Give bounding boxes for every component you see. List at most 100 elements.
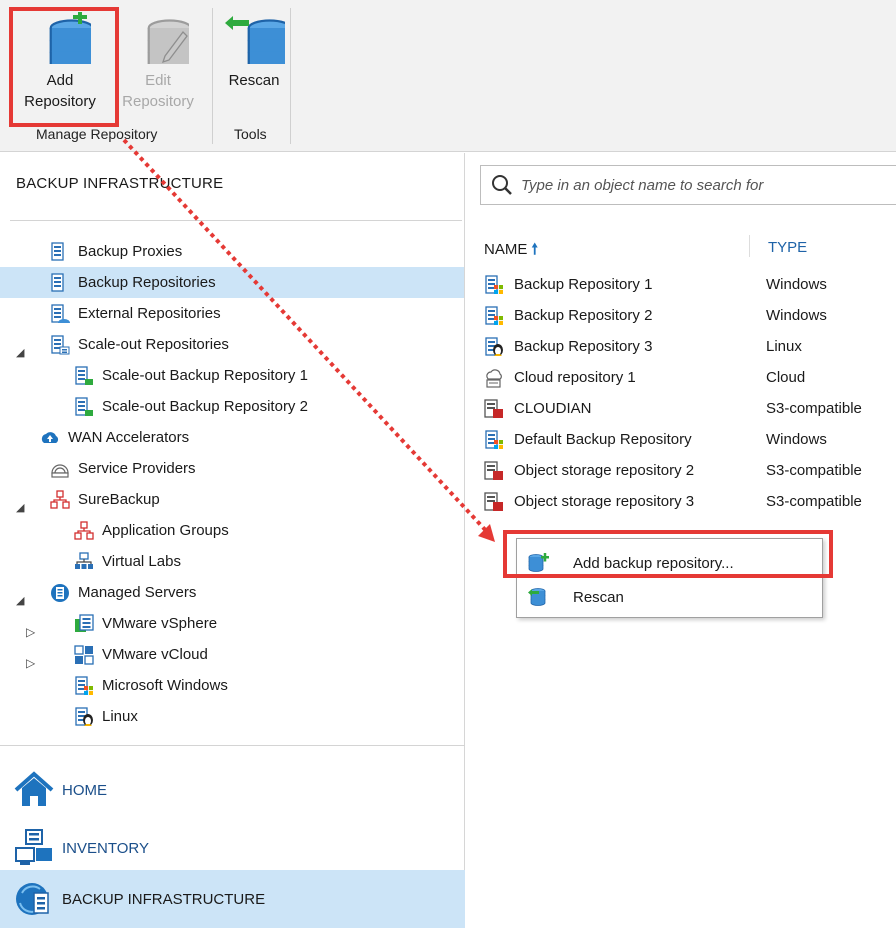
tree-item-backup-repositories[interactable]: Backup Repositories xyxy=(0,267,464,298)
left-navigation-pane: BACKUP INFRASTRUCTURE Backup Proxies Bac… xyxy=(0,153,465,928)
home-icon xyxy=(14,771,54,806)
object-storage-icon xyxy=(484,461,503,480)
linux-repo-icon xyxy=(484,337,503,356)
expand-arrow-icon[interactable]: ▷ xyxy=(26,656,35,670)
group-label-manage: Manage Repository xyxy=(36,126,158,142)
rescan-icon xyxy=(528,587,546,606)
external-repository-icon xyxy=(50,304,70,323)
menu-item-add-backup-repository[interactable]: Add backup repository... xyxy=(517,547,822,580)
tree-item-scaleout-repo-2[interactable]: Scale-out Backup Repository 2 xyxy=(74,391,308,422)
table-row[interactable]: CLOUDIAN S3-compatible xyxy=(484,393,896,424)
windows-server-icon xyxy=(74,676,93,695)
tree-item-backup-proxies[interactable]: Backup Proxies xyxy=(50,236,182,267)
linux-server-icon xyxy=(74,707,93,726)
menu-item-rescan[interactable]: Rescan xyxy=(517,581,822,614)
tree-item-label: Application Groups xyxy=(102,522,229,539)
tree-item-vmware-vsphere[interactable]: VMware vSphere xyxy=(74,608,217,639)
edit-repository-button[interactable]: Edit Repository xyxy=(110,12,206,112)
windows-repo-icon xyxy=(484,306,503,325)
scaleout-repo-icon xyxy=(74,366,93,385)
column-header-name[interactable]: NAME 🠕 xyxy=(484,239,538,264)
ribbon-divider xyxy=(290,8,291,144)
nav-label: INVENTORY xyxy=(62,839,149,857)
edit-repository-icon xyxy=(127,12,189,64)
vsphere-icon xyxy=(75,613,94,632)
row-type: S3-compatible xyxy=(766,462,862,479)
service-provider-icon xyxy=(51,463,69,478)
surebackup-icon xyxy=(50,489,70,509)
object-storage-icon xyxy=(484,492,503,511)
tree-item-application-groups[interactable]: Application Groups xyxy=(74,515,229,546)
nav-label: BACKUP INFRASTRUCTURE xyxy=(62,890,266,908)
tree-item-managed-servers[interactable]: Managed Servers xyxy=(50,577,196,608)
managed-servers-icon xyxy=(51,583,69,602)
tree-item-vmware-vcloud[interactable]: VMware vCloud xyxy=(74,639,208,670)
pane-title: BACKUP INFRASTRUCTURE xyxy=(16,175,224,192)
table-row[interactable]: Backup Repository 1 Windows xyxy=(484,269,896,300)
table-row[interactable]: Backup Repository 3 Linux xyxy=(484,331,896,362)
cloud-repo-icon xyxy=(486,369,502,388)
tree-item-label: VMware vSphere xyxy=(102,615,218,632)
tree-item-linux[interactable]: Linux xyxy=(74,701,138,732)
virtual-lab-icon xyxy=(75,551,93,569)
tree-item-label: Managed Servers xyxy=(78,584,197,601)
vcloud-icon xyxy=(74,644,94,665)
row-name: Object storage repository 3 xyxy=(514,493,695,510)
nav-home[interactable]: HOME xyxy=(0,761,465,819)
rescan-button[interactable]: Rescan xyxy=(206,12,302,91)
nav-inventory[interactable]: INVENTORY xyxy=(0,819,465,877)
group-label-tools: Tools xyxy=(234,126,267,142)
tree-item-label: Virtual Labs xyxy=(102,553,181,570)
sort-ascending-icon: 🠕 xyxy=(531,241,538,258)
column-divider xyxy=(749,235,750,257)
divider xyxy=(10,220,462,221)
nav-backup-infrastructure[interactable]: BACKUP INFRASTRUCTURE xyxy=(0,870,465,928)
highlight-box-add-repository xyxy=(9,7,119,127)
collapse-arrow-icon[interactable]: ◢ xyxy=(16,346,24,359)
tree-item-scaleout-repo-1[interactable]: Scale-out Backup Repository 1 xyxy=(74,360,308,391)
divider xyxy=(0,745,465,746)
tree-item-surebackup[interactable]: SureBackup xyxy=(50,484,160,515)
rescan-label: Rescan xyxy=(228,72,280,89)
row-type: Windows xyxy=(766,276,827,293)
tree-item-virtual-labs[interactable]: Virtual Labs xyxy=(74,546,181,577)
tree-item-label: Scale-out Repositories xyxy=(78,336,229,353)
table-row[interactable]: Cloud repository 1 Cloud xyxy=(484,362,896,393)
scaleout-repo-icon xyxy=(74,397,93,416)
tree-item-service-providers[interactable]: Service Providers xyxy=(50,453,196,484)
search-placeholder: Type in an object name to search for xyxy=(521,176,764,194)
tree-item-microsoft-windows[interactable]: Microsoft Windows xyxy=(74,670,228,701)
scaleout-icon xyxy=(50,335,70,354)
edit-repository-label-1: Edit xyxy=(145,72,171,89)
nav-label: HOME xyxy=(62,781,107,799)
column-header-type[interactable]: TYPE xyxy=(768,239,807,256)
table-row[interactable]: Default Backup Repository Windows xyxy=(484,424,896,455)
row-type: Linux xyxy=(766,338,802,355)
rescan-icon xyxy=(225,16,285,64)
tree-item-label: Linux xyxy=(102,708,138,725)
application-group-icon xyxy=(74,520,94,540)
tree-item-external-repositories[interactable]: External Repositories xyxy=(50,298,221,329)
expand-arrow-icon[interactable]: ▷ xyxy=(26,625,35,639)
table-row[interactable]: Object storage repository 2 S3-compatibl… xyxy=(484,455,896,486)
collapse-arrow-icon[interactable]: ◢ xyxy=(16,594,24,607)
add-repository-icon xyxy=(528,552,549,572)
tree-item-label: VMware vCloud xyxy=(102,646,208,663)
table-row[interactable]: Object storage repository 3 S3-compatibl… xyxy=(484,486,896,517)
row-type: S3-compatible xyxy=(766,493,862,510)
search-box[interactable]: Type in an object name to search for xyxy=(480,165,896,205)
tree-item-label: Backup Proxies xyxy=(78,243,183,260)
tree-item-label: WAN Accelerators xyxy=(68,429,190,446)
tree-item-label: Scale-out Backup Repository 1 xyxy=(102,367,308,384)
row-name: Default Backup Repository xyxy=(514,431,692,448)
tree-item-scaleout-repositories[interactable]: Scale-out Repositories xyxy=(50,329,229,360)
collapse-arrow-icon[interactable]: ◢ xyxy=(16,501,24,514)
backup-infrastructure-icon xyxy=(16,883,49,915)
row-name: CLOUDIAN xyxy=(514,400,592,417)
table-row[interactable]: Backup Repository 2 Windows xyxy=(484,300,896,331)
menu-item-label: Rescan xyxy=(573,589,624,606)
row-name: Backup Repository 1 xyxy=(514,276,653,293)
object-storage-icon xyxy=(484,399,503,418)
menu-item-label: Add backup repository... xyxy=(573,555,734,572)
tree-item-wan-accelerators[interactable]: WAN Accelerators xyxy=(40,422,189,453)
